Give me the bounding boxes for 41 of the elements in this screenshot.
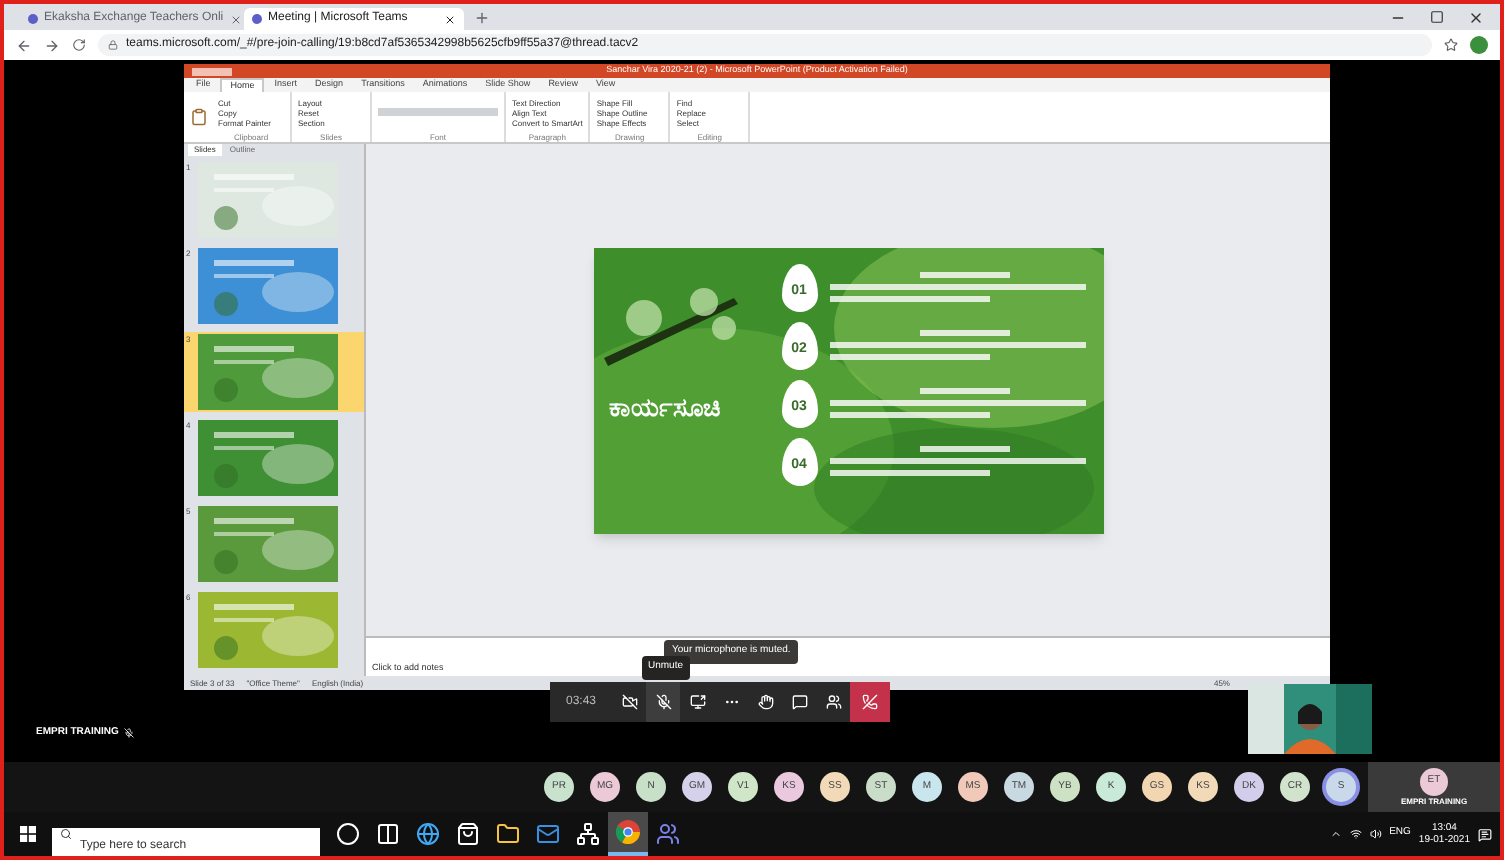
profile-avatar-icon[interactable] [1470,36,1488,54]
hang-up-icon [862,694,879,710]
new-tab-icon[interactable] [474,10,490,26]
mic-off-icon [655,694,672,710]
tray-caret-icon[interactable] [1329,828,1342,840]
wifi-icon[interactable] [1349,828,1362,840]
close-icon[interactable] [1468,10,1484,26]
quick-access-toolbar [192,67,232,75]
camera-off-icon [621,694,638,710]
task-view-icon [376,822,400,846]
shopping-bag-icon [456,822,480,846]
globe-icon [416,822,440,846]
share-screen-icon [689,694,706,710]
cortana-icon [336,822,360,846]
back-icon[interactable] [16,37,32,53]
font-format-icons [378,108,498,116]
hand-icon [757,694,774,710]
mute-button[interactable] [646,682,681,722]
tab-favicon-icon [252,14,262,24]
network-icon [576,822,600,846]
bookmark-star-icon[interactable] [1444,38,1458,52]
mic-off-icon [124,728,135,739]
mail-icon [536,822,560,846]
search-icon [60,828,72,840]
forward-icon[interactable] [44,37,60,53]
volume-icon[interactable] [1369,828,1382,840]
slide-title: ಕಾರ್ಯಸೂಚಿ [609,389,721,425]
chrome-icon [616,820,640,844]
maximize-icon[interactable] [1430,10,1444,24]
lock-icon [108,40,118,50]
reload-icon[interactable] [72,38,86,52]
tab-favicon-icon [28,14,38,24]
windows-start-icon[interactable] [20,826,36,842]
paste-icon[interactable] [189,108,207,126]
teams-icon [656,822,680,846]
close-icon[interactable] [444,13,456,25]
notifications-icon[interactable] [1478,827,1492,841]
folder-icon [496,822,520,846]
chat-icon [791,694,808,710]
people-icon [825,694,842,710]
hang-up-button[interactable] [850,682,891,722]
